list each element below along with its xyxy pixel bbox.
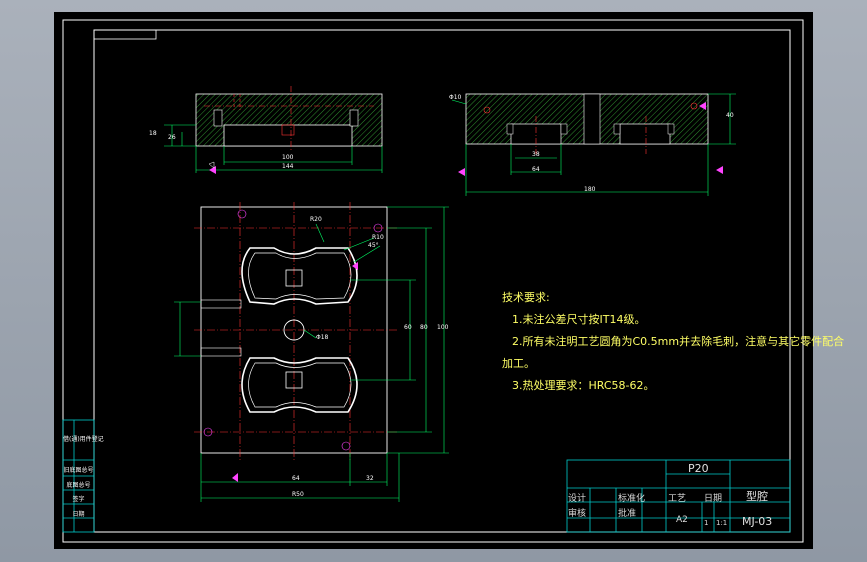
dim-top-left-inner: 100: [282, 154, 294, 161]
side-label-0: 借(通)用件登记: [63, 436, 104, 443]
dim-plan-32: 32: [366, 475, 374, 482]
tech-req-title: 技术要求:: [502, 291, 550, 304]
tech-req-item-1: 1.未注公差尺寸按IT14级。: [512, 313, 646, 326]
dim-plan-radius-a: R10: [372, 234, 384, 241]
plan-view: [174, 202, 449, 502]
dim-top-right-total: 180: [584, 186, 596, 193]
dim-top-right-mid: 64: [532, 166, 540, 173]
title-reviewer-label: 审核: [568, 509, 587, 519]
dim-top-right-inner: 38: [532, 151, 540, 158]
side-label-3: 签字: [72, 496, 85, 503]
title-date-label: 日期: [704, 494, 723, 504]
title-process-label: 工艺: [668, 494, 687, 504]
section-view-right: [451, 93, 736, 196]
dim-top-left-outer: 144: [282, 163, 294, 170]
dim-plan-80: 80: [420, 324, 428, 331]
title-scale: 1:1: [716, 519, 728, 527]
drawing-canvas: 借(通)用件登记 旧底图总号 底图总号 签字 日期 100 144 18 26 …: [54, 12, 844, 549]
dim-top-left-height-b: 26: [168, 134, 176, 141]
dim-plan-total: R50: [292, 491, 304, 498]
title-standard-label: 标准化: [618, 494, 646, 504]
title-approve-label: 批准: [618, 509, 637, 519]
dim-plan-radius-b: R20: [310, 216, 322, 223]
dim-top-left-height-a: 18: [149, 130, 157, 137]
title-qty: 1: [704, 519, 709, 527]
dim-plan-64: 64: [292, 475, 300, 482]
dim-plan-hole: Φ18: [316, 334, 329, 341]
dim-plan-100: 100: [437, 324, 449, 331]
title-material: P20: [688, 462, 709, 475]
dim-plan-60: 60: [404, 324, 412, 331]
frame-tab: [93, 29, 157, 40]
tech-req-item-3: 3.热处理要求：HRC58-62。: [512, 379, 655, 392]
side-label-2: 底图总号: [66, 482, 91, 489]
title-drawing-no: MJ-03: [742, 515, 773, 528]
title-sheet-size: A2: [676, 515, 688, 525]
title-designer-label: 设计: [568, 494, 587, 504]
dim-top-right-height: 40: [726, 112, 734, 119]
side-label-1: 旧底图总号: [63, 467, 94, 474]
dim-top-right-hole: Φ10: [449, 94, 462, 101]
section-view-left: [164, 86, 383, 174]
dim-plan-angle: 45°: [368, 242, 379, 249]
tech-req-item-2: 2.所有未注明工艺圆角为C0.5mm并去除毛刺，注意与其它零件配合: [512, 335, 845, 348]
tech-req-item-2-cont: 加工。: [502, 357, 535, 370]
technical-requirements: 技术要求: 1.未注公差尺寸按IT14级。 2.所有未注明工艺圆角为C0.5mm…: [502, 287, 844, 397]
side-label-4: 日期: [72, 511, 85, 518]
title-part-name: 型腔: [746, 490, 768, 503]
